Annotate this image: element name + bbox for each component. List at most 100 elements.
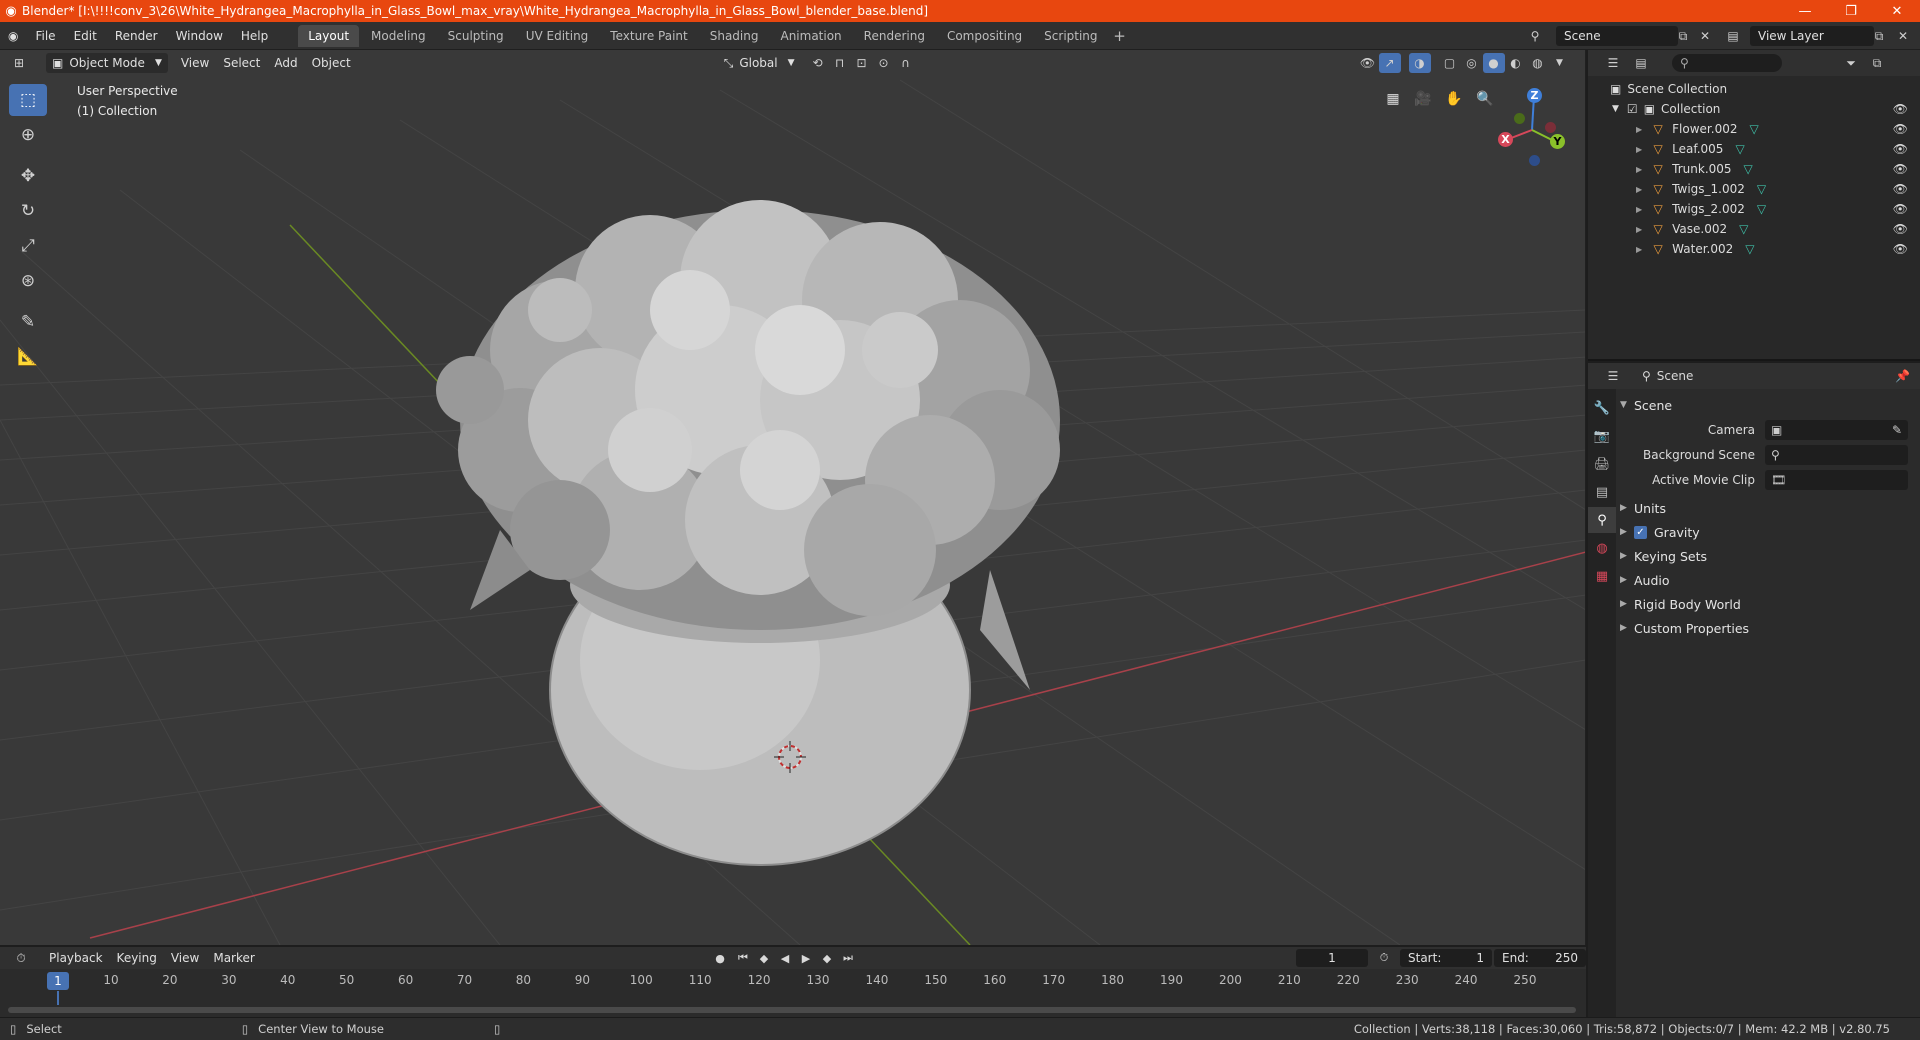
timeline-menu-playback[interactable]: Playback (42, 948, 110, 968)
tab-texture-paint[interactable]: Texture Paint (600, 25, 697, 47)
camera-field[interactable]: ▣ ✎ (1765, 419, 1908, 440)
expand-arrow-icon[interactable]: ▶ (1636, 245, 1642, 254)
exclude-checkbox-icon[interactable]: ☑ (1627, 102, 1638, 116)
jump-to-keyframe-forward-icon[interactable]: ◆ (817, 949, 837, 967)
pan-view-icon[interactable]: ✋ (1441, 86, 1467, 112)
eye-icon[interactable]: 👁 (1893, 242, 1908, 256)
gizmo-toggle-icon[interactable]: ↗ (1378, 53, 1401, 73)
outliner-object-row[interactable]: ▶ ▽ Twigs_2.002 ▽ 👁 (1588, 199, 1920, 219)
eye-icon[interactable]: 👁 (1893, 142, 1908, 156)
outliner-collection[interactable]: ▼ ☑ ▣ Collection 👁 (1588, 99, 1920, 119)
eyedropper-icon[interactable]: ✎ (1892, 423, 1902, 437)
blender-menu-icon[interactable]: ◉ (0, 22, 26, 50)
preview-range-icon[interactable]: ⏱ (1374, 949, 1394, 967)
gravity-section-header[interactable]: ▶ ✓ Gravity (1620, 520, 1916, 544)
outliner-scene-collection[interactable]: ▣ Scene Collection (1588, 79, 1920, 99)
material-shading-icon[interactable]: ◐ (1505, 53, 1527, 73)
tab-scripting[interactable]: Scripting (1034, 25, 1107, 47)
gizmo-neg-x-icon[interactable] (1545, 122, 1556, 133)
rotate-tool-icon[interactable]: ↻ (9, 195, 47, 227)
add-workspace-button[interactable]: + (1109, 27, 1131, 45)
tab-texture-icon[interactable]: ▦ (1588, 563, 1616, 589)
outliner-editor-type-icon[interactable]: ☰ (1602, 53, 1624, 73)
timeline-menu-marker[interactable]: Marker (206, 948, 261, 968)
view-layer-icon[interactable]: ▤ (1722, 26, 1744, 46)
editor-type-icon[interactable]: ⊞ (8, 53, 30, 73)
outliner-search-input[interactable]: ⚲ (1672, 54, 1782, 72)
mesh-data-icon[interactable]: ▽ (1757, 182, 1766, 196)
delete-view-layer-icon[interactable]: ✕ (1892, 26, 1914, 46)
rigid-body-world-section-header[interactable]: ▶ Rigid Body World (1620, 592, 1916, 616)
menu-render[interactable]: Render (106, 22, 167, 50)
menu-help[interactable]: Help (232, 22, 277, 50)
xray-toggle-icon[interactable]: ▢ (1439, 53, 1461, 73)
eye-icon[interactable]: 👁 (1893, 182, 1908, 196)
maximize-button[interactable]: ❐ (1828, 0, 1874, 22)
filter-icon[interactable]: ⏷ (1840, 53, 1862, 73)
outliner-object-row[interactable]: ▶ ▽ Vase.002 ▽ 👁 (1588, 219, 1920, 239)
tab-output-icon[interactable]: 🖨 (1588, 451, 1616, 477)
navigation-gizmo[interactable]: Z X Y (1490, 80, 1570, 170)
expand-arrow-icon[interactable]: ▶ (1636, 185, 1642, 194)
expand-arrow-icon[interactable]: ▼ (1612, 104, 1619, 114)
gravity-checkbox[interactable]: ✓ (1634, 525, 1647, 539)
tab-render-icon[interactable]: 📷 (1588, 423, 1616, 449)
mesh-data-icon[interactable]: ▽ (1749, 122, 1758, 136)
tab-uv-editing[interactable]: UV Editing (516, 25, 599, 47)
scale-tool-icon[interactable]: ⤢ (9, 230, 47, 262)
current-frame-field[interactable]: 1 (1296, 949, 1368, 967)
viewport-menu-add[interactable]: Add (267, 53, 304, 73)
play-icon[interactable]: ▶ (796, 949, 816, 967)
gizmo-y-icon[interactable]: Y (1550, 134, 1565, 149)
active-movie-clip-field[interactable]: 🎞 (1765, 469, 1908, 490)
outliner-object-row[interactable]: ▶ ▽ Water.002 ▽ 👁 (1588, 239, 1920, 259)
mesh-data-icon[interactable]: ▽ (1739, 222, 1748, 236)
display-mode-icon[interactable]: ▤ (1630, 53, 1652, 73)
snap-target-icon[interactable]: ⊡ (851, 53, 873, 73)
outliner-object-row[interactable]: ▶ ▽ Twigs_1.002 ▽ 👁 (1588, 179, 1920, 199)
view-layer-field[interactable]: View Layer (1750, 26, 1874, 46)
scene-name-field[interactable]: Scene (1556, 26, 1678, 46)
jump-to-start-icon[interactable]: ⏮ (733, 949, 753, 967)
camera-view-icon[interactable]: 🎥 (1410, 86, 1436, 112)
toggle-grid-view-icon[interactable]: ▦ (1380, 86, 1406, 112)
menu-window[interactable]: Window (167, 22, 232, 50)
mesh-data-icon[interactable]: ▽ (1757, 202, 1766, 216)
scene-selector-icon[interactable]: ⚲ (1524, 26, 1546, 46)
outliner-object-row[interactable]: ▶ ▽ Trunk.005 ▽ 👁 (1588, 159, 1920, 179)
new-collection-icon[interactable]: ⧉ (1866, 53, 1888, 73)
viewport-menu-select[interactable]: Select (216, 53, 267, 73)
expand-arrow-icon[interactable]: ▶ (1636, 205, 1642, 214)
start-frame-field[interactable]: Start: 1 (1400, 949, 1492, 967)
move-tool-icon[interactable]: ✥ (9, 160, 47, 192)
minimize-button[interactable]: — (1782, 0, 1828, 22)
tab-animation[interactable]: Animation (770, 25, 851, 47)
menu-edit[interactable]: Edit (65, 22, 106, 50)
menu-file[interactable]: File (26, 22, 64, 50)
hydrangea-model[interactable] (436, 200, 1060, 866)
tab-scene-icon[interactable]: ⚲ (1588, 507, 1616, 533)
cursor-tool-icon[interactable]: ⊕ (9, 119, 47, 151)
jump-to-end-icon[interactable]: ⏭ (838, 949, 858, 967)
delete-scene-icon[interactable]: ✕ (1694, 26, 1716, 46)
expand-arrow-icon[interactable]: ▶ (1636, 225, 1642, 234)
gizmo-neg-y-icon[interactable] (1514, 113, 1525, 124)
outliner-object-row[interactable]: ▶ ▽ Leaf.005 ▽ 👁 (1588, 139, 1920, 159)
eye-icon[interactable]: 👁 (1893, 122, 1908, 136)
tab-tool-icon[interactable]: 🔧 (1588, 395, 1616, 421)
mesh-data-icon[interactable]: ▽ (1744, 162, 1753, 176)
eye-icon[interactable]: 👁 (1893, 162, 1908, 176)
jump-to-keyframe-back-icon[interactable]: ◆ (754, 949, 774, 967)
timeline-editor-type-icon[interactable]: ⏱ (10, 948, 32, 968)
viewport-menu-object[interactable]: Object (305, 53, 358, 73)
tab-compositing[interactable]: Compositing (937, 25, 1032, 47)
tab-view-layer-icon[interactable]: ▤ (1588, 479, 1616, 505)
overlays-toggle-icon[interactable]: ◑ (1408, 53, 1431, 73)
mesh-data-icon[interactable]: ▽ (1745, 242, 1754, 256)
solid-shading-icon[interactable]: ● (1482, 53, 1505, 73)
audio-section-header[interactable]: ▶ Audio (1620, 568, 1916, 592)
viewport-menu-view[interactable]: View (174, 53, 216, 73)
mode-selector[interactable]: ▣ Object Mode ▼ (46, 53, 168, 73)
annotate-tool-icon[interactable]: ✎ (9, 306, 47, 338)
gizmo-x-icon[interactable]: X (1498, 132, 1513, 147)
